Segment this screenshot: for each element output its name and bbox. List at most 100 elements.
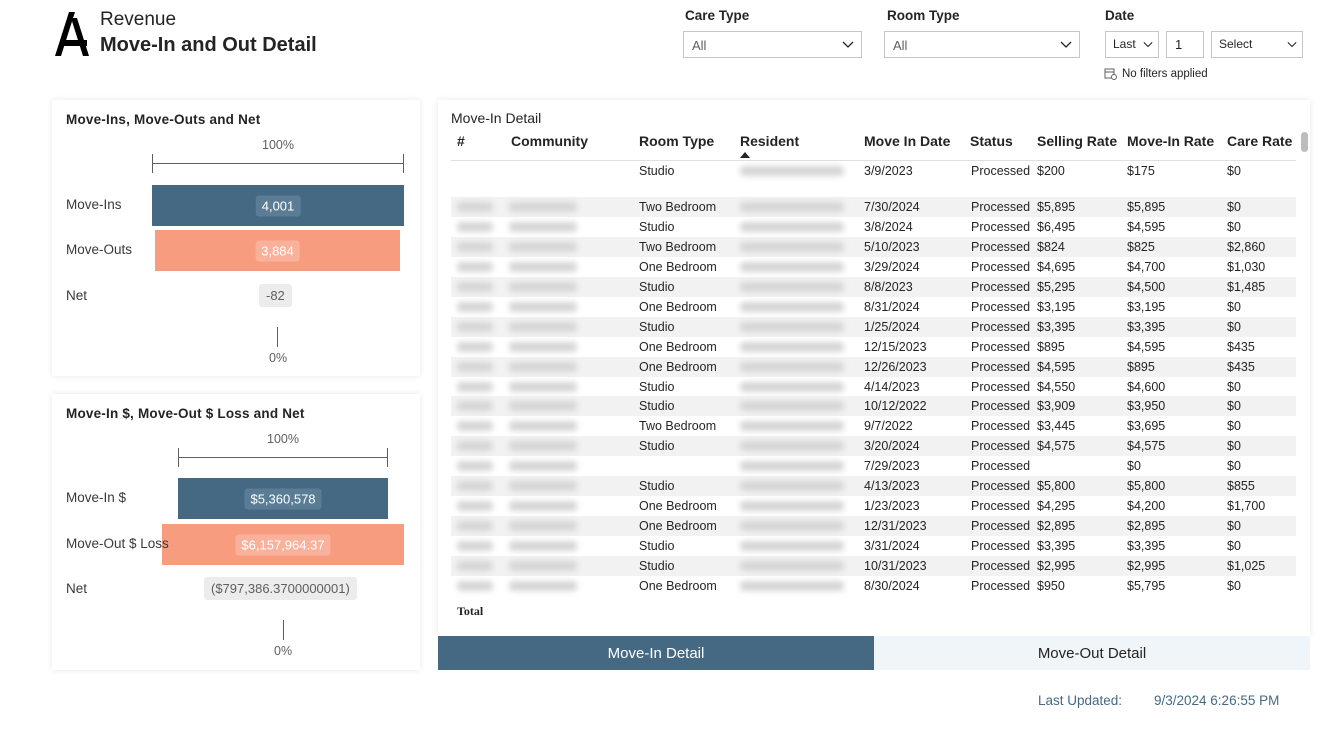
table-row[interactable]: Studio 3/31/2024 Processed $3,395 $3,395 $0 xyxy=(451,536,1296,556)
cell-room-type: Studio xyxy=(639,539,675,553)
cell-move-in-date: 5/10/2023 xyxy=(864,240,920,254)
cell-care-rate: $0 xyxy=(1227,419,1241,433)
table-row[interactable]: Studio 3/8/2024 Processed $6,495 $4,595 $0 xyxy=(451,217,1296,237)
table-row[interactable]: 7/29/2023 Processed $0 $0 xyxy=(451,456,1296,476)
col-header-number[interactable]: # xyxy=(457,133,465,149)
table-row[interactable]: One Bedroom 3/29/2024 Processed $4,695 $4,70… xyxy=(451,257,1296,277)
cell-care-rate: $0 xyxy=(1227,164,1241,178)
tab-move-in-detail[interactable]: Move-In Detail xyxy=(438,636,874,670)
table-row[interactable]: One Bedroom 12/26/2023 Processed $4,595 $895… xyxy=(451,357,1296,377)
table-row[interactable]: Studio 4/14/2023 Processed $4,550 $4,600 $0 xyxy=(451,377,1296,396)
redacted-number xyxy=(457,342,493,352)
table-row[interactable]: Studio 8/8/2023 Processed $5,295 $4,500 $1,48… xyxy=(451,277,1296,297)
cell-room-type: Studio xyxy=(639,280,675,294)
table-row[interactable]: One Bedroom 12/31/2023 Processed $2,895 $2,8… xyxy=(451,516,1296,536)
room-type-value: All xyxy=(893,38,908,53)
col-header-care-rate[interactable]: Care Rate xyxy=(1227,133,1292,149)
table-body[interactable]: Studio 3/9/2023 Processed $200 $175 $0 Two Bed… xyxy=(451,161,1296,602)
cell-move-in-date: 8/31/2024 xyxy=(864,300,920,314)
cell-status: Processed xyxy=(971,360,1031,374)
table-row[interactable]: Studio 10/12/2022 Processed $3,909 $3,950 $0 xyxy=(451,396,1296,416)
cell-status: Processed xyxy=(971,260,1031,274)
col-header-room-type[interactable]: Room Type xyxy=(639,133,714,149)
move-in-dollars-value: $5,360,578 xyxy=(244,488,322,509)
date-count-input[interactable]: 1 xyxy=(1166,31,1204,58)
cell-selling-rate: $3,445 xyxy=(1037,419,1076,433)
cell-move-in-date: 3/8/2024 xyxy=(864,220,913,234)
net-value[interactable]: -82 xyxy=(259,284,292,307)
redacted-number xyxy=(457,401,493,411)
redacted-community xyxy=(509,382,577,392)
table-row[interactable]: Studio 1/25/2024 Processed $3,395 $3,395 $0 xyxy=(451,317,1296,337)
redacted-number xyxy=(457,561,493,571)
date-mode-dropdown[interactable]: Last xyxy=(1105,31,1159,58)
redacted-resident xyxy=(740,262,844,272)
cell-move-in-date: 10/12/2022 xyxy=(864,399,927,413)
move-in-dollars-bar[interactable]: $5,360,578 xyxy=(178,478,388,519)
redacted-resident xyxy=(740,222,844,232)
redacted-community xyxy=(509,561,577,571)
table-row[interactable]: Studio 3/20/2024 Processed $4,575 $4,575 $0 xyxy=(451,436,1296,456)
cell-move-in-date: 10/31/2023 xyxy=(864,559,927,573)
cell-care-rate: $1,030 xyxy=(1227,260,1266,274)
date-mode-value: Last xyxy=(1113,37,1136,51)
move-ins-bar[interactable]: 4,001 xyxy=(152,185,404,226)
cell-room-type: Studio xyxy=(639,399,675,413)
cell-move-in-date: 1/25/2024 xyxy=(864,320,920,334)
cell-care-rate: $0 xyxy=(1227,399,1241,413)
cell-room-type: Studio xyxy=(639,164,675,178)
cell-selling-rate: $4,695 xyxy=(1037,260,1076,274)
move-outs-bar[interactable]: 3,884 xyxy=(155,230,400,271)
redacted-resident xyxy=(740,322,844,332)
table-row[interactable]: One Bedroom 8/30/2024 Processed $950 $5,795 $… xyxy=(451,576,1296,596)
net-dollars-value[interactable]: ($797,386.3700000001) xyxy=(204,577,357,600)
cell-room-type: One Bedroom xyxy=(639,579,717,593)
care-type-dropdown[interactable]: All xyxy=(683,31,862,58)
cell-move-in-rate: $4,500 xyxy=(1127,280,1166,294)
redacted-community xyxy=(509,501,577,511)
redacted-resident xyxy=(740,202,844,212)
tab-move-out-detail[interactable]: Move-Out Detail xyxy=(874,636,1310,670)
table-row[interactable]: One Bedroom 1/23/2023 Processed $4,295 $4,20… xyxy=(451,496,1296,516)
redacted-community xyxy=(509,242,577,252)
col-header-resident-label: Resident xyxy=(740,133,800,149)
col-header-resident[interactable]: Resident xyxy=(740,133,800,158)
redacted-resident xyxy=(740,342,844,352)
table-row[interactable]: One Bedroom 12/15/2023 Processed $895 $4,595… xyxy=(451,337,1296,357)
date-unit-dropdown[interactable]: Select xyxy=(1211,31,1303,58)
cell-status: Processed xyxy=(971,220,1031,234)
cell-selling-rate: $824 xyxy=(1037,240,1065,254)
redacted-resident xyxy=(740,242,844,252)
room-type-dropdown[interactable]: All xyxy=(884,31,1080,58)
table-row[interactable]: Two Bedroom 7/30/2024 Processed $5,895 $5,89… xyxy=(451,197,1296,217)
cell-room-type: One Bedroom xyxy=(639,499,717,513)
cell-room-type: Studio xyxy=(639,320,675,334)
table-scrollbar[interactable] xyxy=(1301,132,1308,152)
filter-calendar-icon xyxy=(1104,68,1117,80)
col-header-move-in-rate[interactable]: Move-In Rate xyxy=(1127,133,1214,149)
cell-status: Processed xyxy=(971,340,1031,354)
table-row[interactable]: Studio 10/31/2023 Processed $2,995 $2,995 $1,… xyxy=(451,556,1296,576)
cell-move-in-date: 3/9/2023 xyxy=(864,164,913,178)
col-header-community[interactable]: Community xyxy=(511,133,588,149)
cell-room-type: Studio xyxy=(639,479,675,493)
table-row[interactable]: Studio 3/9/2023 Processed $200 $175 $0 xyxy=(451,161,1296,197)
table-row[interactable]: Two Bedroom 9/7/2022 Processed $3,445 $3,695… xyxy=(451,416,1296,436)
col-header-move-in-date[interactable]: Move In Date xyxy=(864,133,950,149)
move-counts-title: Move-Ins, Move-Outs and Net xyxy=(66,112,261,127)
cell-move-in-date: 3/20/2024 xyxy=(864,439,920,453)
table-row[interactable]: Two Bedroom 5/10/2023 Processed $824 $825 $2,… xyxy=(451,237,1296,257)
table-row[interactable]: Studio 4/13/2023 Processed $5,800 $5,800 $855 xyxy=(451,476,1296,496)
redacted-number xyxy=(457,282,493,292)
cell-selling-rate: $5,895 xyxy=(1037,200,1076,214)
redacted-resident xyxy=(740,561,844,571)
redacted-community xyxy=(509,441,577,451)
cell-room-type: Two Bedroom xyxy=(639,419,717,433)
move-out-loss-bar[interactable]: $6,157,964.37 xyxy=(162,524,404,565)
chevron-down-icon xyxy=(1287,41,1297,48)
redacted-community xyxy=(509,481,577,491)
cell-move-in-rate: $4,595 xyxy=(1127,340,1166,354)
table-row[interactable]: One Bedroom 8/31/2024 Processed $3,195 $3,19… xyxy=(451,297,1296,317)
col-header-selling-rate[interactable]: Selling Rate xyxy=(1037,133,1117,149)
col-header-status[interactable]: Status xyxy=(970,133,1013,149)
